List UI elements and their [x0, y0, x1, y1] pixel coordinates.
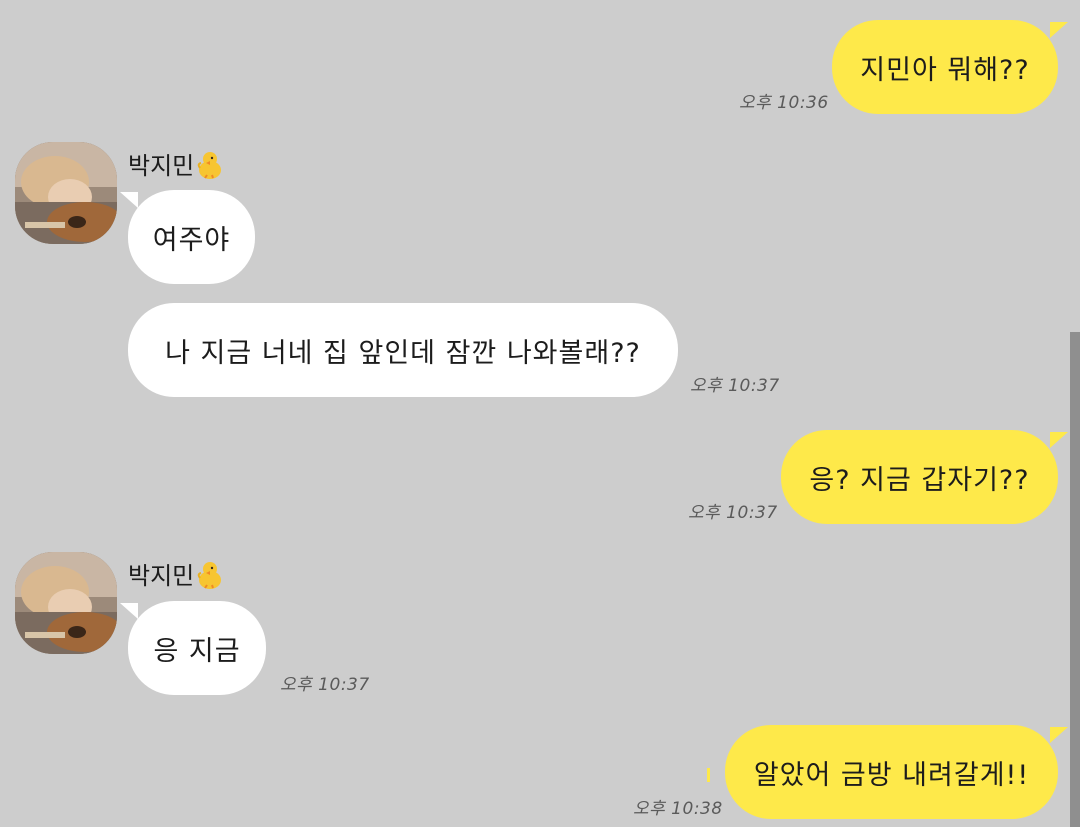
message-time: 오후 10:37: [280, 675, 370, 695]
their-message-bubble[interactable]: 여주야: [128, 190, 255, 284]
avatar[interactable]: [15, 142, 117, 244]
my-message-bubble[interactable]: 응? 지금 갑자기??: [781, 430, 1058, 524]
bubble-tail: [1050, 432, 1068, 448]
message-text: 응? 지금 갑자기??: [809, 464, 1030, 496]
text-cursor: [707, 768, 710, 782]
baby-chick-icon: [197, 562, 222, 589]
sender-name-text: 박지민: [128, 152, 195, 180]
message-text: 지민아 뭐해??: [860, 54, 1030, 86]
sender-name: 박지민: [128, 146, 224, 181]
message-time: 오후 10:37: [688, 503, 778, 523]
bubble-tail: [1050, 22, 1068, 38]
sender-name-text: 박지민: [128, 562, 195, 590]
their-message-bubble[interactable]: 응 지금: [128, 601, 266, 695]
their-message-bubble[interactable]: 나 지금 너네 집 앞인데 잠깐 나와볼래??: [128, 303, 678, 397]
message-text: 여주야: [152, 224, 231, 256]
avatar-photo: [15, 552, 117, 654]
bubble-tail: [1050, 727, 1068, 743]
message-time: 오후 10:38: [633, 799, 723, 819]
my-message-bubble[interactable]: 지민아 뭐해??: [832, 20, 1058, 114]
message-time: 오후 10:37: [690, 376, 780, 396]
message-text: 나 지금 너네 집 앞인데 잠깐 나와볼래??: [165, 337, 641, 369]
avatar-photo: [15, 142, 117, 244]
my-message-bubble[interactable]: 알았어 금방 내려갈게!!: [725, 725, 1058, 819]
bubble-tail: [120, 603, 138, 619]
message-time: 오후 10:36: [739, 93, 829, 113]
sender-name: 박지민: [128, 556, 224, 591]
baby-chick-icon: [197, 152, 222, 179]
message-text: 알았어 금방 내려갈게!!: [753, 759, 1030, 791]
message-text: 응 지금: [153, 635, 241, 667]
scrollbar-thumb[interactable]: [1070, 332, 1080, 827]
bubble-tail: [120, 192, 138, 208]
avatar[interactable]: [15, 552, 117, 654]
